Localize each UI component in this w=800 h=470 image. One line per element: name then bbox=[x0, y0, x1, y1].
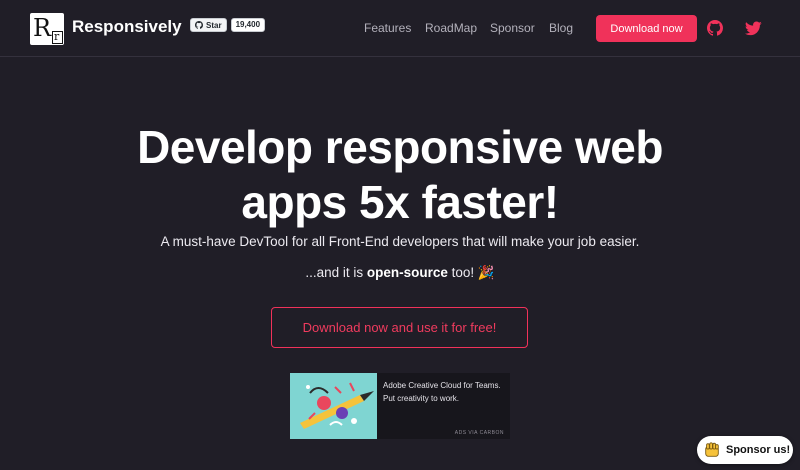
github-star-button[interactable]: Star bbox=[190, 18, 227, 32]
ad-illustration bbox=[290, 373, 377, 439]
github-icon[interactable] bbox=[707, 20, 723, 36]
github-star-label: Star bbox=[206, 20, 222, 30]
hero-title: Develop responsive web apps 5x faster! bbox=[0, 120, 800, 230]
open-source-suffix: too! 🎉 bbox=[447, 265, 495, 280]
sponsor-us-label: Sponsor us! bbox=[726, 444, 791, 456]
ad-text[interactable]: Adobe Creative Cloud for Teams. Put crea… bbox=[383, 380, 503, 405]
open-source-bold: open-source bbox=[366, 265, 448, 280]
ad-via-carbon[interactable]: ADS VIA CARBON bbox=[455, 430, 504, 436]
github-star-count[interactable]: 19,400 bbox=[230, 18, 266, 32]
logo-small-box: r bbox=[52, 30, 63, 44]
download-button[interactable]: Download now bbox=[596, 15, 697, 42]
hero-title-line-1: Develop responsive web bbox=[137, 121, 663, 173]
logo-letter-big: R bbox=[33, 14, 52, 42]
logo[interactable]: R r bbox=[30, 13, 64, 45]
hero-title-line-2: apps 5x faster! bbox=[241, 176, 559, 228]
github-small-icon bbox=[195, 21, 203, 29]
brand-name[interactable]: Responsively bbox=[72, 17, 182, 37]
ad-image[interactable] bbox=[290, 373, 377, 439]
twitter-icon[interactable] bbox=[745, 21, 762, 36]
download-free-button[interactable]: Download now and use it for free! bbox=[271, 307, 528, 348]
raised-fist-icon bbox=[705, 442, 719, 457]
github-star-widget[interactable]: Star 19,400 bbox=[190, 18, 266, 32]
open-source-prefix: ...and it is bbox=[305, 265, 367, 280]
sponsor-us-button[interactable]: Sponsor us! bbox=[697, 436, 793, 464]
nav-features[interactable]: Features bbox=[364, 21, 411, 35]
logo-letter-small: r bbox=[54, 30, 60, 43]
hero-subtitle: A must-have DevTool for all Front-End de… bbox=[160, 234, 640, 249]
nav-roadmap[interactable]: RoadMap bbox=[425, 21, 477, 35]
top-header: R r Responsively Star 19,400 Features Ro… bbox=[0, 0, 800, 57]
nav-blog[interactable]: Blog bbox=[549, 21, 573, 35]
carbon-ad[interactable]: Adobe Creative Cloud for Teams. Put crea… bbox=[290, 373, 510, 439]
open-source-note: ...and it is open-source too! 🎉 bbox=[0, 265, 800, 281]
nav-sponsor[interactable]: Sponsor bbox=[490, 21, 535, 35]
